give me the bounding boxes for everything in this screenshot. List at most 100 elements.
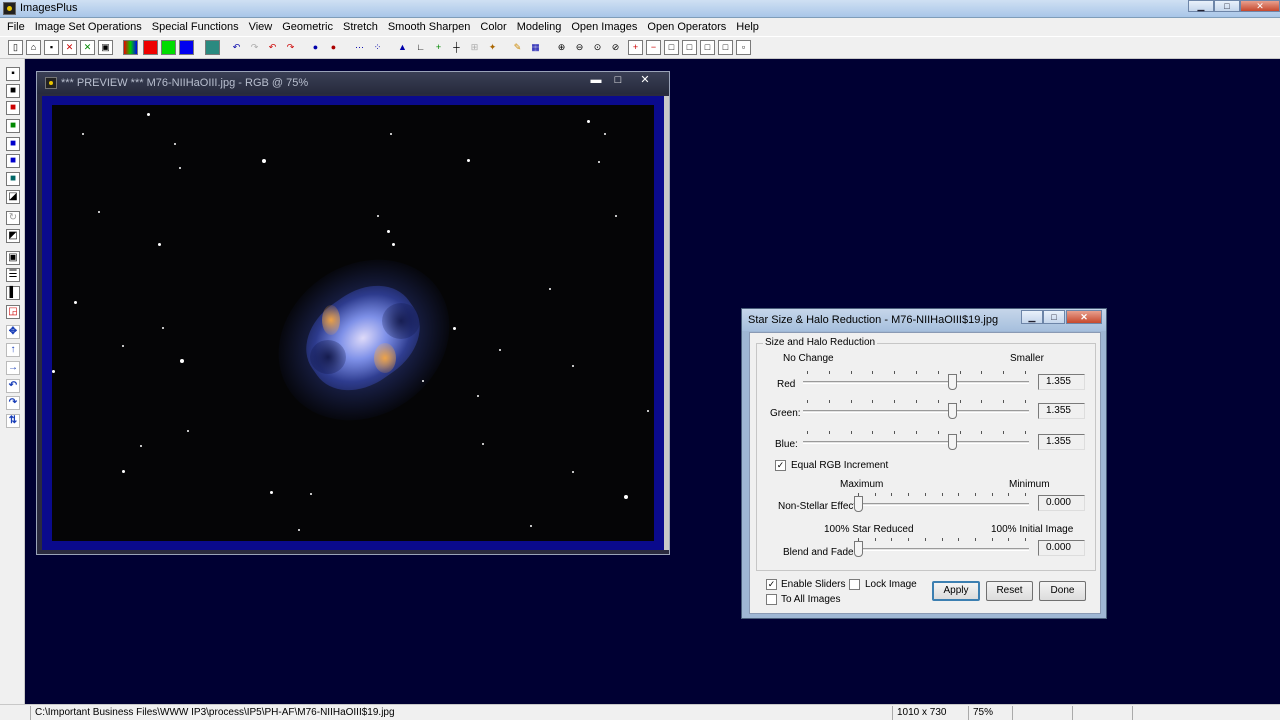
nebula-image[interactable] xyxy=(52,105,654,541)
red-channel-icon[interactable] xyxy=(143,40,158,55)
redo-all-icon[interactable]: ↷ xyxy=(283,40,298,55)
blue-value[interactable]: 1.355 xyxy=(1038,434,1085,450)
slider-thumb[interactable] xyxy=(948,374,957,390)
slider-thumb[interactable] xyxy=(948,434,957,450)
copy-icon[interactable]: ▣ xyxy=(98,40,113,55)
grid-icon[interactable] xyxy=(205,40,220,55)
rotate-left-icon[interactable]: ↶ xyxy=(6,379,20,393)
points-icon[interactable]: ⁘ xyxy=(370,40,385,55)
to-all-images-checkbox[interactable] xyxy=(766,594,777,605)
apply-button[interactable]: Apply xyxy=(932,581,980,601)
new-file-icon[interactable]: ▯ xyxy=(8,40,23,55)
menu-geometric[interactable]: Geometric xyxy=(277,21,338,33)
menu-special-functions[interactable]: Special Functions xyxy=(147,21,244,33)
select-icon[interactable]: ◲ xyxy=(6,305,20,319)
rgb-channels-icon[interactable] xyxy=(123,40,138,55)
green-value[interactable]: 1.355 xyxy=(1038,403,1085,419)
luminance-icon[interactable]: ■ xyxy=(6,154,20,168)
circle-select-icon[interactable]: ● xyxy=(308,40,323,55)
preview-minimize-button[interactable]: ▬ xyxy=(587,73,605,87)
undo-icon[interactable]: ↶ xyxy=(229,40,244,55)
preview-maximize-button[interactable]: □ xyxy=(609,73,627,87)
slider-thumb[interactable] xyxy=(948,403,957,419)
open-folder-icon[interactable]: ⌂ xyxy=(26,40,41,55)
circle-select-red-icon[interactable]: ● xyxy=(326,40,341,55)
non-stellar-slider[interactable] xyxy=(854,491,1029,515)
crosshair-icon[interactable]: ┼ xyxy=(449,40,464,55)
blue-channel-icon[interactable] xyxy=(179,40,194,55)
red-value[interactable]: 1.355 xyxy=(1038,374,1085,390)
frame-large-icon[interactable]: □ xyxy=(682,40,697,55)
slider-thumb[interactable] xyxy=(854,496,863,512)
add-icon[interactable]: + xyxy=(628,40,643,55)
menu-help[interactable]: Help xyxy=(731,21,764,33)
slider-thumb[interactable] xyxy=(854,541,863,557)
grid-overlay-icon[interactable]: ⊞ xyxy=(467,40,482,55)
green-channel-icon[interactable] xyxy=(161,40,176,55)
rotate-icon[interactable]: ↻ xyxy=(6,211,20,225)
flip-icon[interactable]: ⇅ xyxy=(6,414,20,428)
frame-small-icon[interactable]: □ xyxy=(718,40,733,55)
menu-smooth-sharpen[interactable]: Smooth Sharpen xyxy=(383,21,476,33)
blend-fade-value[interactable]: 0.000 xyxy=(1038,540,1085,556)
preview-scrollbar[interactable] xyxy=(664,96,669,550)
levels-icon[interactable]: ☰ xyxy=(6,268,20,282)
menu-stretch[interactable]: Stretch xyxy=(338,21,383,33)
histogram-icon[interactable]: ▲ xyxy=(395,40,410,55)
zoom-in-icon[interactable]: ⊕ xyxy=(554,40,569,55)
subtract-icon[interactable]: − xyxy=(646,40,661,55)
save-icon[interactable]: ▪ xyxy=(6,67,20,81)
menu-image-set-operations[interactable]: Image Set Operations xyxy=(30,21,147,33)
dot-icon[interactable]: ▣ xyxy=(6,251,20,265)
equal-rgb-checkbox[interactable]: ✓ xyxy=(775,460,786,471)
right-arrow-icon[interactable]: → xyxy=(6,361,20,375)
undo-all-icon[interactable]: ↶ xyxy=(265,40,280,55)
table-icon[interactable]: ▦ xyxy=(528,40,543,55)
green-slider[interactable] xyxy=(803,398,1029,422)
red-square-icon[interactable]: ■ xyxy=(6,101,20,115)
plus-icon[interactable]: + xyxy=(431,40,446,55)
move-icon[interactable]: ✥ xyxy=(6,325,20,339)
frame-medium-icon[interactable]: □ xyxy=(700,40,715,55)
gradient-icon[interactable]: ◩ xyxy=(6,229,20,243)
pencil-icon[interactable]: ✎ xyxy=(510,40,525,55)
blue-square-icon[interactable]: ■ xyxy=(6,137,20,151)
black-square-icon[interactable]: ■ xyxy=(6,84,20,98)
reset-button[interactable]: Reset xyxy=(986,581,1033,601)
close-image-icon[interactable]: ✕ xyxy=(62,40,77,55)
palette-icon[interactable]: ✦ xyxy=(485,40,500,55)
close-all-icon[interactable]: ✕ xyxy=(80,40,95,55)
close-button[interactable]: ✕ xyxy=(1240,0,1280,12)
green-square-icon[interactable]: ■ xyxy=(6,119,20,133)
blue-slider[interactable] xyxy=(803,429,1029,453)
zoom-out-icon[interactable]: ⊖ xyxy=(572,40,587,55)
cyan-square-icon[interactable]: ■ xyxy=(6,172,20,186)
menu-view[interactable]: View xyxy=(244,21,278,33)
dialog-minimize-button[interactable]: ▁ xyxy=(1021,310,1043,324)
red-slider[interactable] xyxy=(803,369,1029,393)
done-button[interactable]: Done xyxy=(1039,581,1086,601)
up-arrow-icon[interactable]: ↑ xyxy=(6,343,20,357)
curve-icon[interactable]: ∟ xyxy=(413,40,428,55)
zoom-fit-icon[interactable]: ⊙ xyxy=(590,40,605,55)
menu-open-operators[interactable]: Open Operators xyxy=(642,21,731,33)
rotate-down-icon[interactable]: ↷ xyxy=(6,396,20,410)
zoom-actual-icon[interactable]: ⊘ xyxy=(608,40,623,55)
menu-color[interactable]: Color xyxy=(475,21,511,33)
invert-icon[interactable]: ◪ xyxy=(6,190,20,204)
minimize-button[interactable]: ▁ xyxy=(1188,0,1214,12)
menu-file[interactable]: File xyxy=(2,21,30,33)
frame-icon[interactable]: □ xyxy=(664,40,679,55)
lock-image-checkbox[interactable] xyxy=(849,579,860,590)
enable-sliders-checkbox[interactable]: ✓ xyxy=(766,579,777,590)
frame-tiny-icon[interactable]: ▫ xyxy=(736,40,751,55)
redo-icon[interactable]: ↷ xyxy=(247,40,262,55)
maximize-button[interactable]: □ xyxy=(1214,0,1240,12)
menu-modeling[interactable]: Modeling xyxy=(512,21,567,33)
bar-icon[interactable]: ▌ xyxy=(6,286,20,300)
dialog-maximize-button[interactable]: □ xyxy=(1043,310,1065,324)
menu-open-images[interactable]: Open Images xyxy=(566,21,642,33)
blend-fade-slider[interactable] xyxy=(854,536,1029,560)
non-stellar-value[interactable]: 0.000 xyxy=(1038,495,1085,511)
dotted-line-icon[interactable]: ⋯ xyxy=(352,40,367,55)
